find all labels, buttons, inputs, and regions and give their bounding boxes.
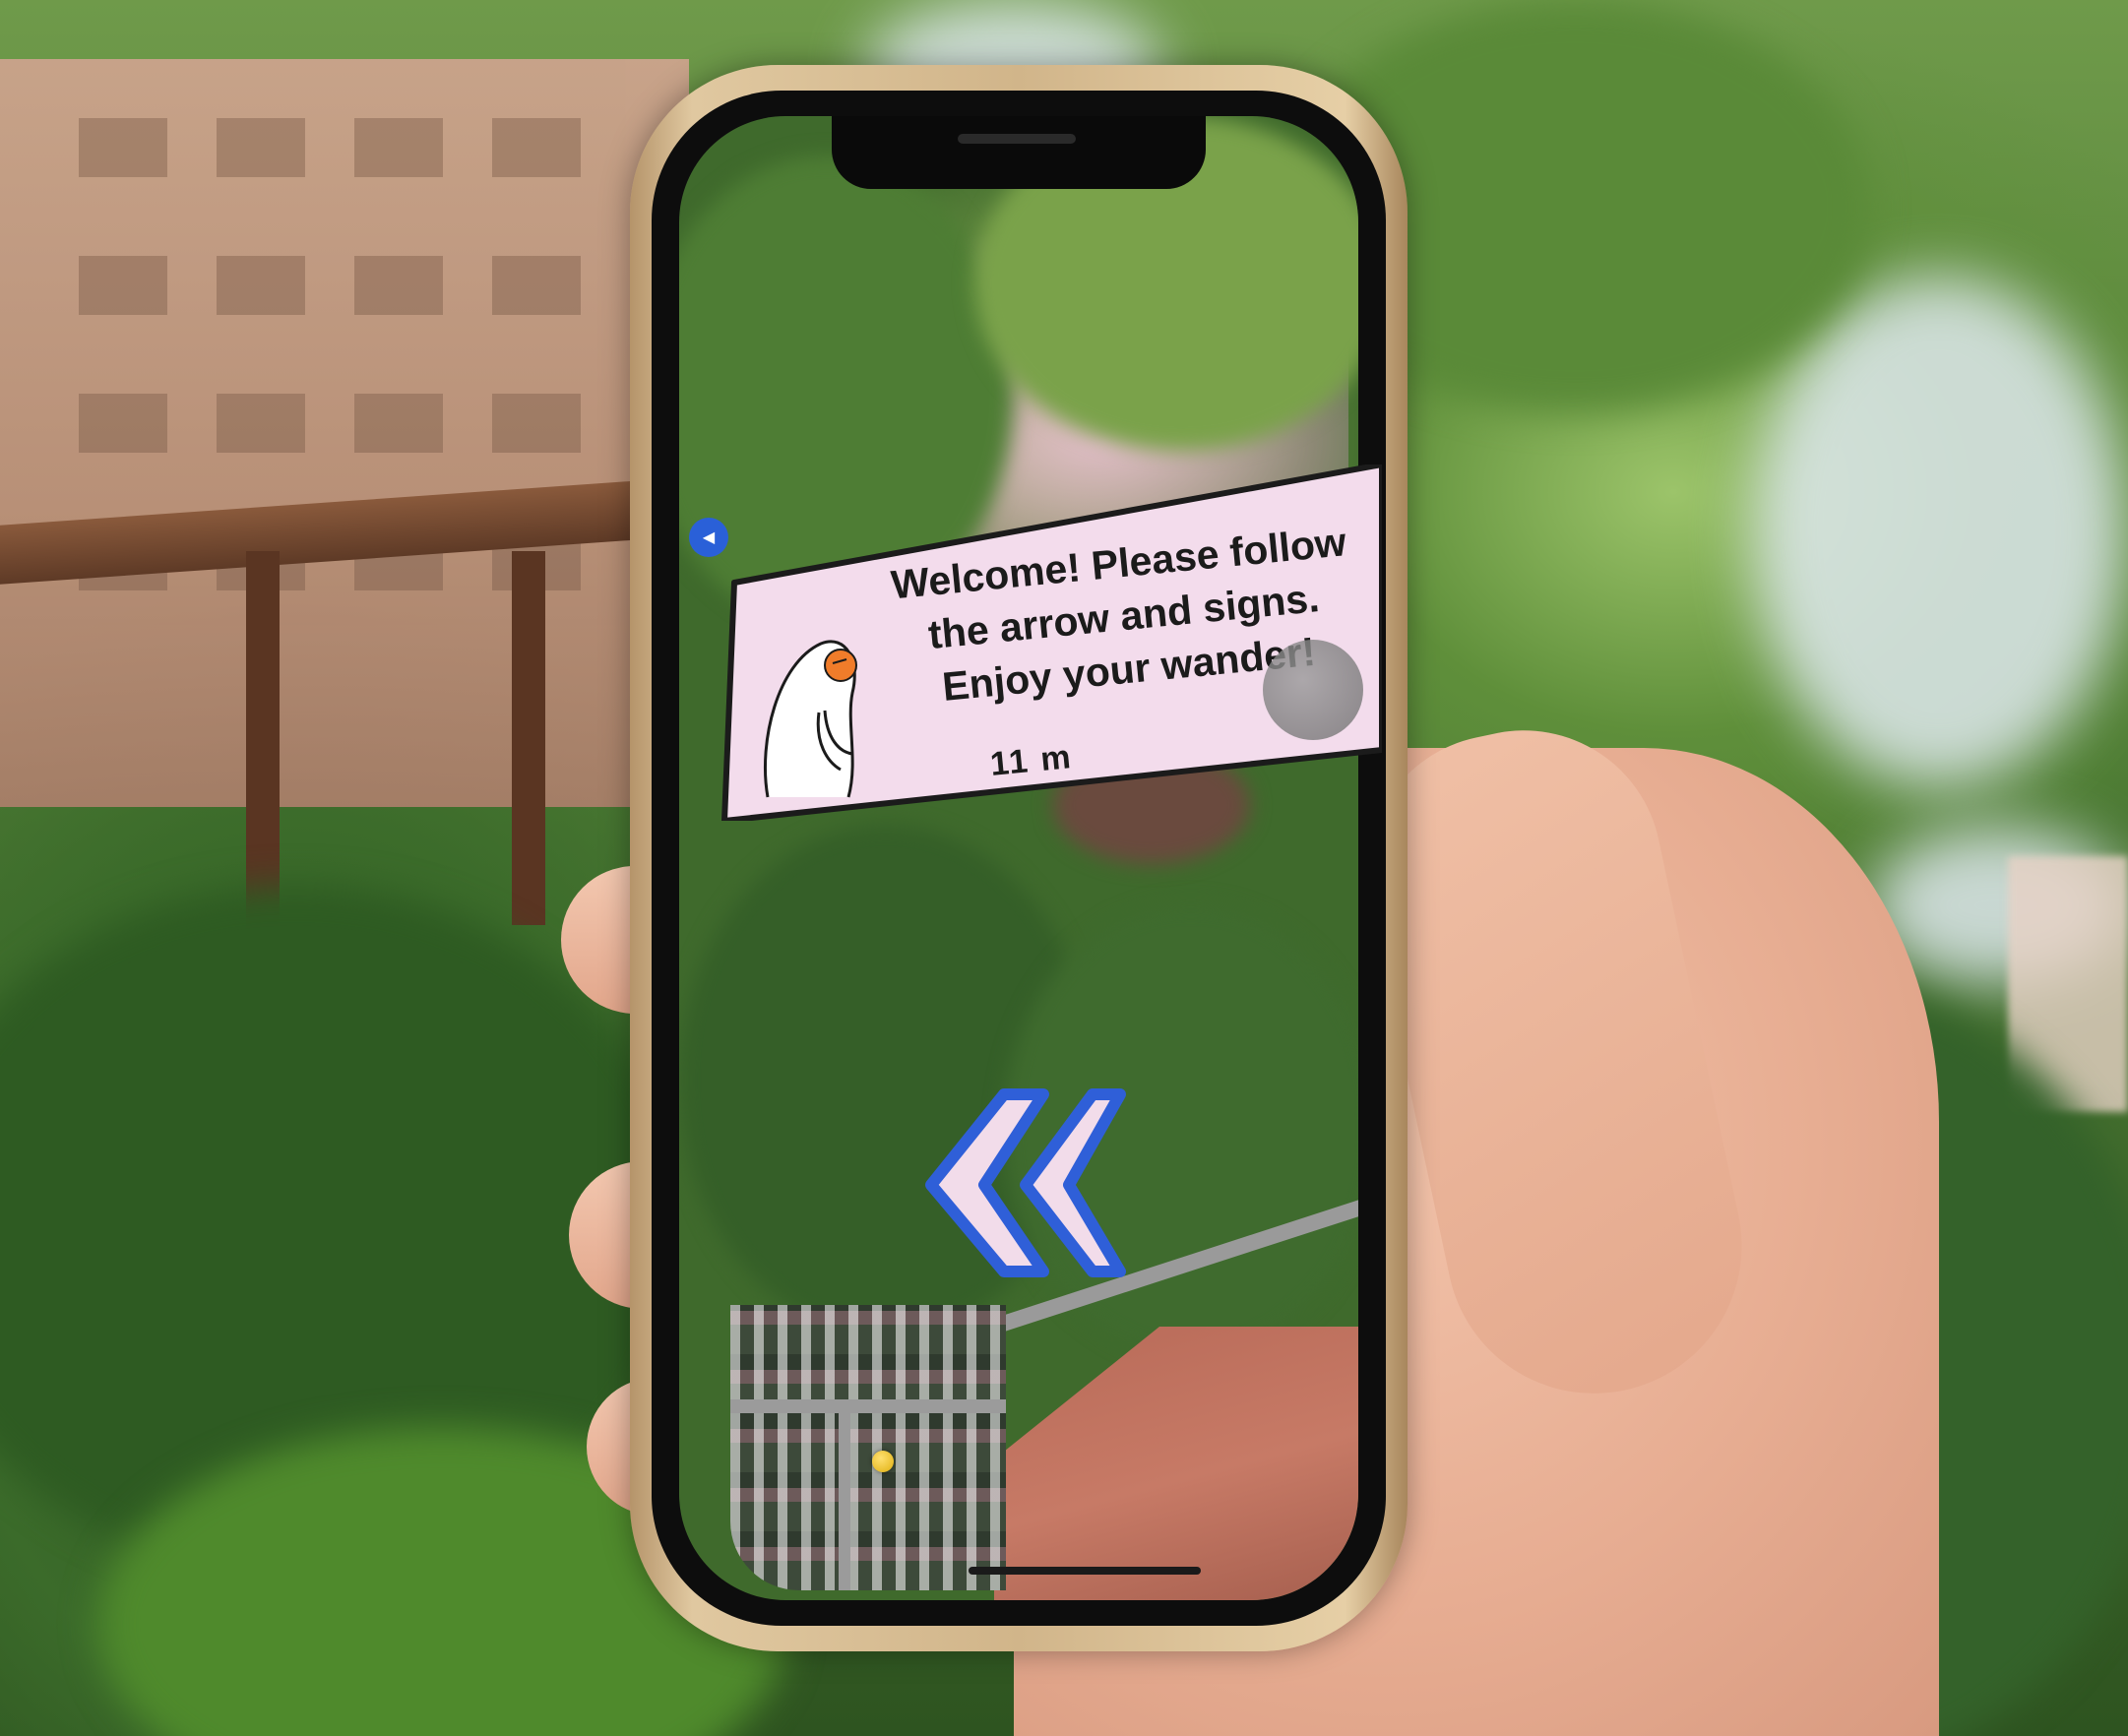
phone-speaker — [958, 134, 1076, 144]
home-indicator[interactable] — [969, 1567, 1201, 1575]
ar-welcome-sign: Welcome! Please follow the arrow and sig… — [717, 465, 1382, 821]
phone-notch — [832, 116, 1206, 189]
map-marker-dot — [872, 1451, 894, 1472]
triangle-left-icon: ◀ — [702, 529, 716, 546]
walking-path — [994, 1327, 1358, 1600]
double-chevron-left-icon — [923, 1086, 1130, 1288]
satellite-minimap[interactable] — [730, 1305, 1006, 1590]
distance-label: 11 m — [988, 738, 1075, 783]
background-building — [0, 59, 689, 807]
ar-anchor-circle[interactable] — [1263, 640, 1363, 740]
